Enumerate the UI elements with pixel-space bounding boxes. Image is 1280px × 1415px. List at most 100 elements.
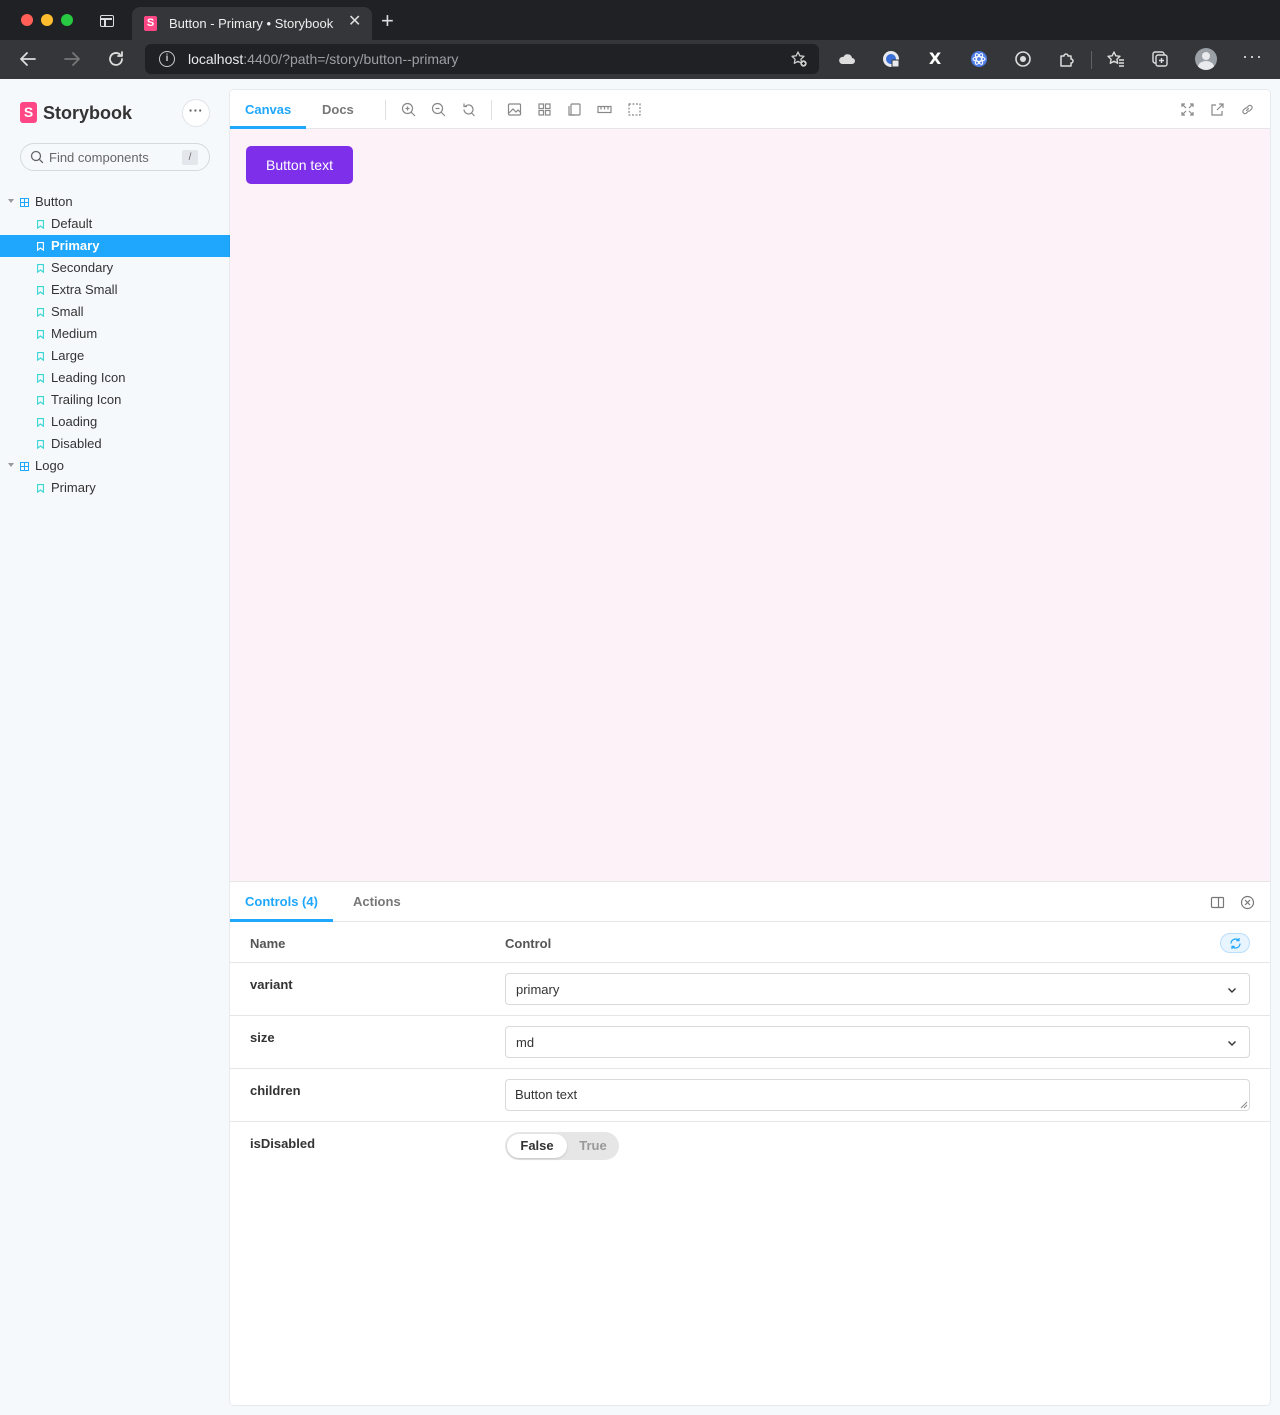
variant-select-value: primary bbox=[516, 982, 560, 997]
tree-item-label: Loading bbox=[51, 414, 98, 429]
control-name: isDisabled bbox=[250, 1136, 316, 1151]
copy-link-icon[interactable] bbox=[1240, 102, 1255, 117]
chevron-down-icon[interactable] bbox=[8, 463, 14, 467]
column-header-name: Name bbox=[250, 936, 286, 951]
tab-controls[interactable]: Controls (4) bbox=[230, 882, 333, 922]
bookmark-icon bbox=[37, 242, 44, 251]
bookmark-icon bbox=[37, 396, 44, 405]
tree-item-trailing-icon[interactable]: Trailing Icon bbox=[0, 389, 230, 411]
control-row-variant: variant primary bbox=[230, 963, 1270, 1016]
toggle-option-true[interactable]: True bbox=[569, 1134, 617, 1158]
favorites-icon[interactable] bbox=[1106, 49, 1126, 69]
storybook-logo-text[interactable]: Storybook bbox=[43, 103, 132, 124]
preview-primary-button[interactable]: Button text bbox=[246, 146, 353, 184]
search-input[interactable] bbox=[49, 144, 179, 170]
browser-menu-icon[interactable]: ··· bbox=[1242, 46, 1263, 67]
profile-avatar[interactable] bbox=[1195, 48, 1217, 70]
outline-icon[interactable] bbox=[627, 102, 642, 117]
toggle-option-false[interactable]: False bbox=[507, 1134, 567, 1158]
extensions-puzzle-icon[interactable] bbox=[1057, 49, 1077, 69]
panel-orientation-icon[interactable] bbox=[1210, 895, 1225, 910]
new-tab-icon[interactable]: + bbox=[381, 10, 394, 32]
x-extension-icon[interactable]: X bbox=[925, 49, 945, 69]
component-icon bbox=[20, 462, 29, 471]
close-panel-icon[interactable] bbox=[1240, 895, 1255, 910]
tree-item-small[interactable]: Small bbox=[0, 301, 230, 323]
search-icon bbox=[30, 150, 44, 164]
url-text[interactable]: localhost:4400/?path=/story/button--prim… bbox=[188, 51, 458, 67]
search-box[interactable]: / bbox=[20, 143, 210, 171]
tab-actions[interactable]: Actions bbox=[353, 882, 401, 922]
background-icon[interactable] bbox=[507, 102, 522, 117]
tab-manager-icon[interactable] bbox=[100, 15, 114, 27]
browser-toolbar: i localhost:4400/?path=/story/button--pr… bbox=[0, 40, 1280, 79]
tree-item-medium[interactable]: Medium bbox=[0, 323, 230, 345]
tab-canvas[interactable]: Canvas bbox=[230, 90, 307, 129]
reset-controls-button[interactable] bbox=[1220, 933, 1250, 953]
tree-item-disabled[interactable]: Disabled bbox=[0, 433, 230, 455]
viewport-icon[interactable] bbox=[567, 102, 582, 117]
browser-tab[interactable]: S Button - Primary • Storybook ✕ bbox=[132, 7, 372, 40]
zoom-window-button[interactable] bbox=[61, 14, 73, 26]
grid-icon[interactable] bbox=[537, 102, 552, 117]
tree-item-primary[interactable]: Primary bbox=[0, 235, 230, 257]
tree-group-logo[interactable]: Logo bbox=[0, 455, 230, 477]
tab-docs[interactable]: Docs bbox=[322, 90, 354, 129]
variant-select[interactable]: primary bbox=[505, 973, 1250, 1005]
tree-item-label: Primary bbox=[51, 238, 100, 253]
close-tab-icon[interactable]: ✕ bbox=[348, 14, 361, 30]
forward-icon[interactable] bbox=[62, 49, 82, 69]
bookmark-icon bbox=[37, 264, 44, 273]
zoom-in-icon[interactable] bbox=[401, 102, 416, 117]
back-icon[interactable] bbox=[18, 49, 38, 69]
tree-group-button[interactable]: Button bbox=[0, 191, 230, 213]
tree-item-secondary[interactable]: Secondary bbox=[0, 257, 230, 279]
reset-zoom-icon[interactable] bbox=[461, 102, 476, 117]
tree-item-logo-primary[interactable]: Primary bbox=[0, 477, 230, 499]
tree-item-loading[interactable]: Loading bbox=[0, 411, 230, 433]
fullscreen-icon[interactable] bbox=[1180, 102, 1195, 117]
address-bar[interactable]: i localhost:4400/?path=/story/button--pr… bbox=[145, 44, 819, 74]
tree-item-extra-small[interactable]: Extra Small bbox=[0, 279, 230, 301]
tree-group-label: Logo bbox=[35, 458, 64, 473]
tree-item-default[interactable]: Default bbox=[0, 213, 230, 235]
storybook-logo-icon: S bbox=[20, 102, 37, 123]
column-header-control: Control bbox=[505, 936, 552, 951]
zoom-out-icon[interactable] bbox=[431, 102, 446, 117]
cloud-extension-icon[interactable] bbox=[837, 49, 857, 69]
tree-item-large[interactable]: Large bbox=[0, 345, 230, 367]
collections-icon[interactable] bbox=[1150, 49, 1170, 69]
story-tree: Button Default Primary Secondary Extra S… bbox=[0, 191, 230, 499]
open-new-tab-icon[interactable] bbox=[1210, 102, 1225, 117]
close-window-button[interactable] bbox=[21, 14, 33, 26]
add-favorite-icon[interactable] bbox=[790, 50, 808, 68]
size-select-value: md bbox=[516, 1035, 535, 1050]
site-info-icon[interactable]: i bbox=[159, 51, 175, 67]
tree-item-label: Default bbox=[51, 216, 93, 231]
control-row-children: children bbox=[230, 1069, 1270, 1122]
sidebar-menu-button[interactable]: ··· bbox=[182, 99, 210, 127]
measure-icon[interactable] bbox=[597, 102, 612, 117]
control-name: size bbox=[250, 1030, 275, 1045]
size-select[interactable]: md bbox=[505, 1026, 1250, 1058]
control-row-isdisabled: isDisabled False True bbox=[230, 1122, 1270, 1175]
component-icon bbox=[20, 198, 29, 207]
resize-handle-icon[interactable] bbox=[1240, 1101, 1248, 1109]
addons-panel: Controls (4) Actions Name Control varian… bbox=[230, 881, 1270, 1405]
toolbar-divider bbox=[1091, 51, 1092, 69]
chevron-down-icon[interactable] bbox=[8, 199, 14, 203]
children-textarea[interactable] bbox=[505, 1079, 1250, 1111]
minimize-window-button[interactable] bbox=[41, 14, 53, 26]
bookmark-icon bbox=[37, 308, 44, 317]
tree-item-leading-icon[interactable]: Leading Icon bbox=[0, 367, 230, 389]
toolbar-separator bbox=[491, 100, 492, 120]
bookmark-icon bbox=[37, 220, 44, 229]
react-devtools-icon[interactable] bbox=[969, 49, 989, 69]
reload-icon[interactable] bbox=[106, 49, 126, 69]
target-extension-icon[interactable] bbox=[1013, 49, 1033, 69]
bookmark-icon bbox=[37, 374, 44, 383]
isdisabled-toggle[interactable]: False True bbox=[505, 1132, 619, 1160]
password-manager-icon[interactable] bbox=[881, 49, 901, 69]
bookmark-icon bbox=[37, 330, 44, 339]
addons-tabbar: Controls (4) Actions bbox=[230, 882, 1270, 922]
